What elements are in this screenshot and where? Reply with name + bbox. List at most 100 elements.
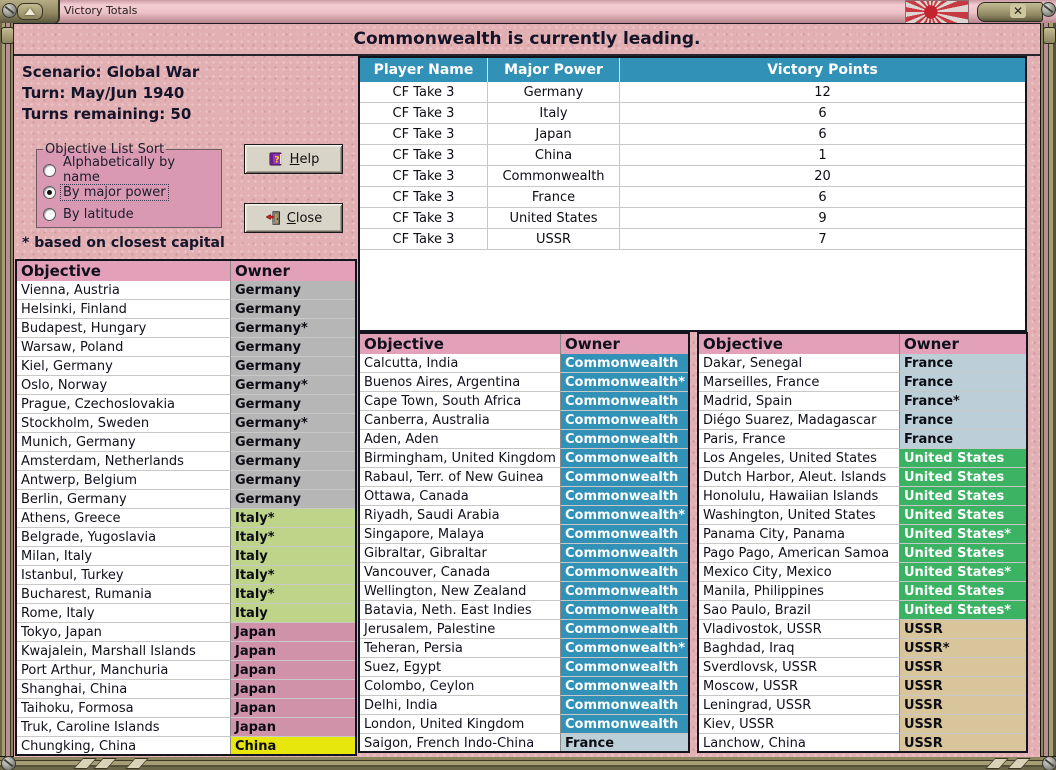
owner-cell: Commonwealth xyxy=(561,601,688,620)
objective-cell: Riyadh, Saudi Arabia xyxy=(360,506,561,525)
table-row: CF Take 3 China 1 xyxy=(360,145,1025,166)
objective-cell: Calcutta, India xyxy=(360,354,561,373)
table-row: Dakar, Senegal France xyxy=(699,354,1026,373)
column-header: Objective xyxy=(360,334,561,354)
screw-icon xyxy=(1041,2,1056,17)
table-row: Vancouver, Canada Commonwealth xyxy=(360,563,688,582)
table-row: Batavia, Neth. East Indies Commonwealth xyxy=(360,601,688,620)
objective-cell: Honolulu, Hawaiian Islands xyxy=(699,487,900,506)
table-row: Baghdad, Iraq USSR* xyxy=(699,639,1026,658)
objective-cell: Shanghai, China xyxy=(17,680,231,699)
slash-decoration xyxy=(93,758,117,769)
table-cell: 6 xyxy=(620,187,1025,208)
owner-cell: France xyxy=(561,734,688,751)
table-row: Saigon, French Indo-China France xyxy=(360,734,688,751)
owner-cell: Japan xyxy=(231,718,355,737)
titlebar: Victory Totals ✕ xyxy=(0,0,1056,24)
table-cell: Commonwealth xyxy=(488,166,620,187)
owner-cell: Commonwealth xyxy=(561,449,688,468)
table-row: Milan, Italy Italy xyxy=(17,547,355,566)
column-header: Owner xyxy=(565,335,620,353)
objective-cell: Warsaw, Poland xyxy=(17,338,231,357)
objective-table-header: Objective Owner xyxy=(699,334,1026,354)
table-row: Los Angeles, United States United States xyxy=(699,449,1026,468)
table-cell: CF Take 3 xyxy=(360,82,488,103)
objective-cell: Helsinki, Finland xyxy=(17,300,231,319)
radio-by-latitude[interactable]: By latitude xyxy=(43,203,215,225)
objective-cell: Washington, United States xyxy=(699,506,900,525)
objective-cell: Madrid, Spain xyxy=(699,392,900,411)
objective-cell: Pago Pago, American Samoa xyxy=(699,544,900,563)
table-row: Jerusalem, Palestine Commonwealth xyxy=(360,620,688,639)
table-row: Delhi, India Commonwealth xyxy=(360,696,688,715)
table-cell: Japan xyxy=(488,124,620,145)
objective-cell: Truk, Caroline Islands xyxy=(17,718,231,737)
table-row: Teheran, Persia Commonwealth* xyxy=(360,639,688,658)
radio-label: Alphabetically by name xyxy=(63,155,176,185)
objective-cell: Istanbul, Turkey xyxy=(17,566,231,585)
close-window-button[interactable]: ✕ xyxy=(977,2,1043,22)
table-row: Istanbul, Turkey Italy* xyxy=(17,566,355,585)
objective-cell: Canberra, Australia xyxy=(360,411,561,430)
objective-cell: Buenos Aires, Argentina xyxy=(360,373,561,392)
objective-cell: Birmingham, United Kingdom xyxy=(360,449,561,468)
owner-cell: Commonwealth* xyxy=(561,639,688,658)
owner-cell: Commonwealth xyxy=(561,354,688,373)
table-row: Washington, United States United States xyxy=(699,506,1026,525)
objective-cell: Prague, Czechoslovakia xyxy=(17,395,231,414)
table-row: Belgrade, Yugoslavia Italy* xyxy=(17,528,355,547)
help-book-icon: ? xyxy=(269,152,282,166)
table-row: Marseilles, France France xyxy=(699,373,1026,392)
owner-cell: United States xyxy=(900,468,1026,487)
owner-cell: France xyxy=(900,373,1026,392)
objective-cell: Colombo, Ceylon xyxy=(360,677,561,696)
table-row: Prague, Czechoslovakia Germany xyxy=(17,395,355,414)
scenario-info: Scenario: Global War Turn: May/Jun 1940 … xyxy=(22,62,199,125)
objective-table-axis: Objective Owner Vienna, Austria Germany He… xyxy=(15,259,357,756)
table-cell: 12 xyxy=(620,82,1025,103)
table-row: Leningrad, USSR USSR xyxy=(699,696,1026,715)
system-menu-button[interactable] xyxy=(17,3,43,20)
owner-cell: Italy xyxy=(231,547,355,566)
window-title: Victory Totals xyxy=(64,4,138,17)
radio-icon[interactable] xyxy=(43,163,56,177)
owner-cell: Commonwealth xyxy=(561,411,688,430)
column-header: Owner xyxy=(235,262,290,280)
owner-cell: USSR xyxy=(900,715,1026,734)
owner-cell: Commonwealth xyxy=(561,525,688,544)
radio-icon[interactable] xyxy=(43,207,56,221)
radio-label: By major power xyxy=(60,183,169,201)
objective-cell: Athens, Greece xyxy=(17,509,231,528)
column-header: Objective xyxy=(17,261,231,281)
help-button[interactable]: ? Help xyxy=(244,144,343,174)
owner-cell: United States xyxy=(900,506,1026,525)
owner-cell: United States xyxy=(900,544,1026,563)
objective-cell: Tokyo, Japan xyxy=(17,623,231,642)
turns-remaining-label: Turns remaining: 50 xyxy=(22,105,192,123)
table-row: London, United Kingdom Commonwealth xyxy=(360,715,688,734)
radio-icon[interactable] xyxy=(43,185,56,199)
objective-cell: Paris, France xyxy=(699,430,900,449)
table-cell: 6 xyxy=(620,124,1025,145)
close-button[interactable]: Close xyxy=(244,203,343,233)
objective-cell: Aden, Aden xyxy=(360,430,561,449)
table-cell: 1 xyxy=(620,145,1025,166)
objective-cell: Baghdad, Iraq xyxy=(699,639,900,658)
owner-cell: Germany* xyxy=(231,319,355,338)
table-row: Vladivostok, USSR USSR xyxy=(699,620,1026,639)
table-row: Oslo, Norway Germany* xyxy=(17,376,355,395)
owner-cell: Commonwealth xyxy=(561,677,688,696)
radio-alphabetically-by-name[interactable]: Alphabetically by name xyxy=(43,155,215,185)
owner-cell: Japan xyxy=(231,661,355,680)
table-row: Calcutta, India Commonwealth xyxy=(360,354,688,373)
table-row: Tokyo, Japan Japan xyxy=(17,623,355,642)
objective-cell: Ottawa, Canada xyxy=(360,487,561,506)
slash-decoration xyxy=(985,758,1009,769)
table-row: Budapest, Hungary Germany* xyxy=(17,319,355,338)
owner-cell: Japan xyxy=(231,623,355,642)
rail-knob-decoration xyxy=(1,27,14,44)
objective-cell: Vladivostok, USSR xyxy=(699,620,900,639)
owner-cell: Japan xyxy=(231,680,355,699)
exit-door-icon xyxy=(265,211,280,225)
objective-cell: Munich, Germany xyxy=(17,433,231,452)
